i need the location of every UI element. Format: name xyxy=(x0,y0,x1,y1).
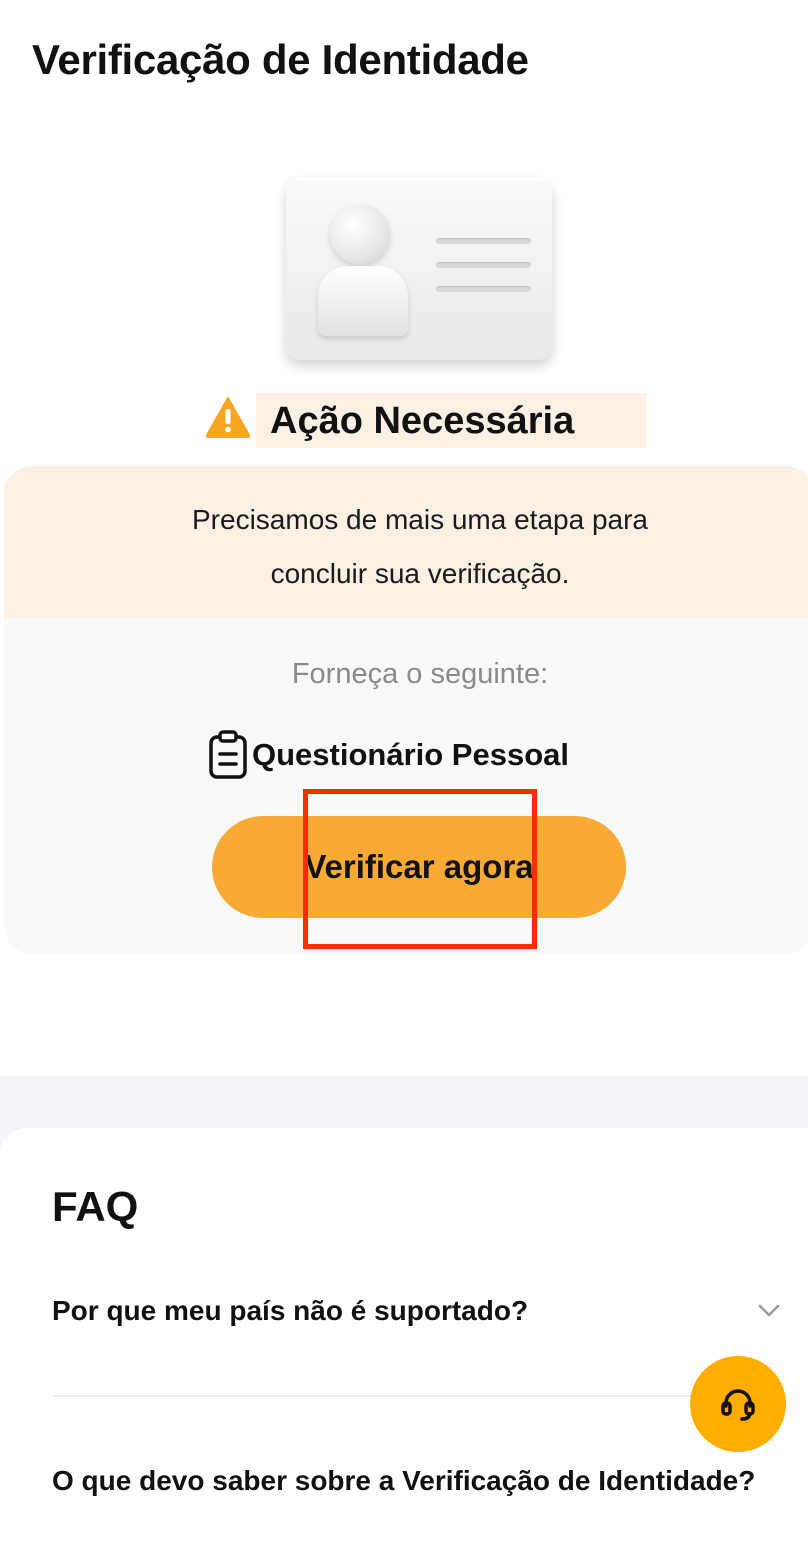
id-card-line xyxy=(436,262,531,268)
id-card-line xyxy=(436,238,531,244)
faq-question: O que devo saber sobre a Verificação de … xyxy=(52,1465,756,1496)
notice-message-line-2: concluir sua verificação. xyxy=(270,558,570,589)
verify-now-button[interactable]: Verificar agora xyxy=(212,816,626,918)
id-card-avatar-head xyxy=(330,204,390,264)
clipboard-icon xyxy=(209,730,247,779)
id-card-line xyxy=(436,286,531,292)
notice-message-area: Precisamos de mais uma etapa para conclu… xyxy=(4,466,808,618)
divider xyxy=(52,1395,752,1397)
chevron-down-icon xyxy=(758,1304,780,1317)
requirement-item: Questionário Pessoal xyxy=(208,730,569,780)
id-card-avatar-body xyxy=(318,266,408,336)
headset-icon xyxy=(721,1389,755,1421)
notice-message-line-1: Precisamos de mais uma etapa para xyxy=(192,504,648,535)
support-button[interactable] xyxy=(690,1356,786,1452)
warning-icon xyxy=(205,397,251,438)
faq-question: Por que meu país não é suportado? xyxy=(52,1295,529,1326)
action-required-banner: Ação Necessária xyxy=(256,393,646,448)
faq-item[interactable]: Por que meu país não é suportado? xyxy=(0,1290,808,1340)
requirement-label: Questionário Pessoal xyxy=(252,737,569,772)
action-required-title: Ação Necessária xyxy=(270,400,575,442)
id-card-icon xyxy=(286,178,552,360)
faq-item[interactable]: O que devo saber sobre a Verificação de … xyxy=(52,1465,808,1505)
page-title: Verificação de Identidade xyxy=(32,36,529,83)
verification-notice-card: Precisamos de mais uma etapa para conclu… xyxy=(4,466,808,954)
requirements-label: Forneça o seguinte: xyxy=(291,658,549,690)
faq-title: FAQ xyxy=(52,1183,139,1230)
